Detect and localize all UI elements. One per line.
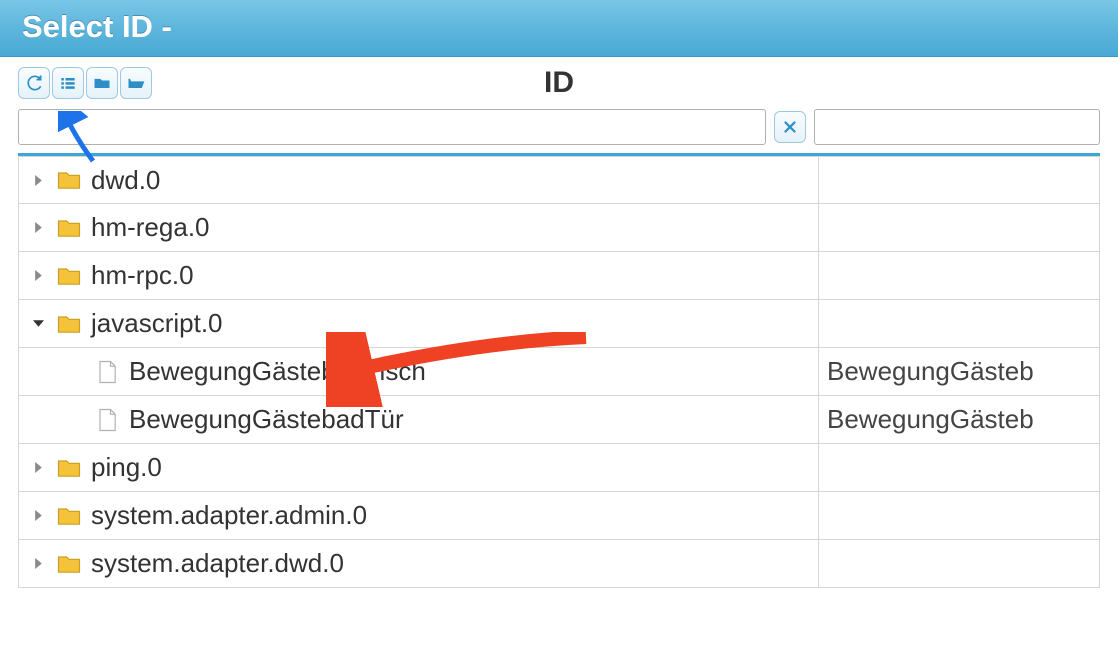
- clear-filter-button[interactable]: [774, 111, 806, 143]
- folder-icon: [55, 502, 83, 530]
- file-icon: [93, 358, 121, 386]
- tree-row-dwd[interactable]: dwd.0: [18, 156, 1100, 204]
- refresh-button[interactable]: [18, 67, 50, 99]
- folder-open-icon: [126, 73, 146, 93]
- folder-icon: [55, 550, 83, 578]
- expand-toggle[interactable]: [29, 507, 47, 525]
- tree-row-state[interactable]: BewegungGästebadTür BewegungGästeb: [18, 396, 1100, 444]
- toolbar-buttons: [18, 67, 152, 99]
- tree-label: javascript.0: [91, 308, 223, 339]
- object-tree: dwd.0 hm-rega.0 hm-rpc.0: [18, 153, 1100, 588]
- column-header-id: ID: [0, 66, 1118, 100]
- tree-row-state[interactable]: BewegungGästebadTisch BewegungGästeb: [18, 348, 1100, 396]
- tree-label: hm-rpc.0: [91, 260, 194, 291]
- tree-label: system.adapter.admin.0: [91, 500, 367, 531]
- tree-row-ping[interactable]: ping.0: [18, 444, 1100, 492]
- chevron-right-icon: [33, 175, 44, 186]
- chevron-right-icon: [33, 558, 44, 569]
- tree-row-javascript[interactable]: javascript.0: [18, 300, 1100, 348]
- folder-icon: [55, 214, 83, 242]
- close-icon: [781, 118, 799, 136]
- file-icon: [93, 406, 121, 434]
- tree-row-hm-rpc[interactable]: hm-rpc.0: [18, 252, 1100, 300]
- expand-toggle[interactable]: [29, 267, 47, 285]
- expand-all-button[interactable]: [120, 67, 152, 99]
- dialog-title: Select ID -: [0, 0, 1118, 57]
- tree-label: BewegungGästebadTür: [129, 404, 404, 435]
- tree-label: ping.0: [91, 452, 162, 483]
- no-expand: [67, 411, 85, 429]
- tree-label: hm-rega.0: [91, 212, 210, 243]
- chevron-right-icon: [33, 222, 44, 233]
- chevron-down-icon: [33, 318, 44, 329]
- toolbar: ID: [0, 57, 1118, 103]
- tree-name: BewegungGästeb: [819, 356, 1099, 387]
- folder-icon: [55, 262, 83, 290]
- refresh-icon: [24, 73, 44, 93]
- tree-name: BewegungGästeb: [819, 404, 1099, 435]
- folder-closed-icon: [92, 73, 112, 93]
- expand-toggle[interactable]: [29, 219, 47, 237]
- no-expand: [67, 363, 85, 381]
- folder-icon: [55, 310, 83, 338]
- folder-icon: [55, 166, 83, 194]
- expand-toggle[interactable]: [29, 555, 47, 573]
- chevron-right-icon: [33, 270, 44, 281]
- expand-toggle[interactable]: [29, 459, 47, 477]
- filter-row: [0, 103, 1118, 153]
- tree-row-system-dwd[interactable]: system.adapter.dwd.0: [18, 540, 1100, 588]
- filter-id-input[interactable]: [18, 109, 766, 145]
- tree-label: system.adapter.dwd.0: [91, 548, 344, 579]
- tree-label: dwd.0: [91, 165, 160, 196]
- folder-icon: [55, 454, 83, 482]
- chevron-right-icon: [33, 510, 44, 521]
- tree-label: BewegungGästebadTisch: [129, 356, 426, 387]
- collapse-toggle[interactable]: [29, 315, 47, 333]
- expand-toggle[interactable]: [29, 171, 47, 189]
- collapse-all-button[interactable]: [86, 67, 118, 99]
- filter-name-input[interactable]: [814, 109, 1100, 145]
- chevron-right-icon: [33, 462, 44, 473]
- list-view-button[interactable]: [52, 67, 84, 99]
- tree-row-hm-rega[interactable]: hm-rega.0: [18, 204, 1100, 252]
- list-icon: [58, 73, 78, 93]
- tree-row-system-admin[interactable]: system.adapter.admin.0: [18, 492, 1100, 540]
